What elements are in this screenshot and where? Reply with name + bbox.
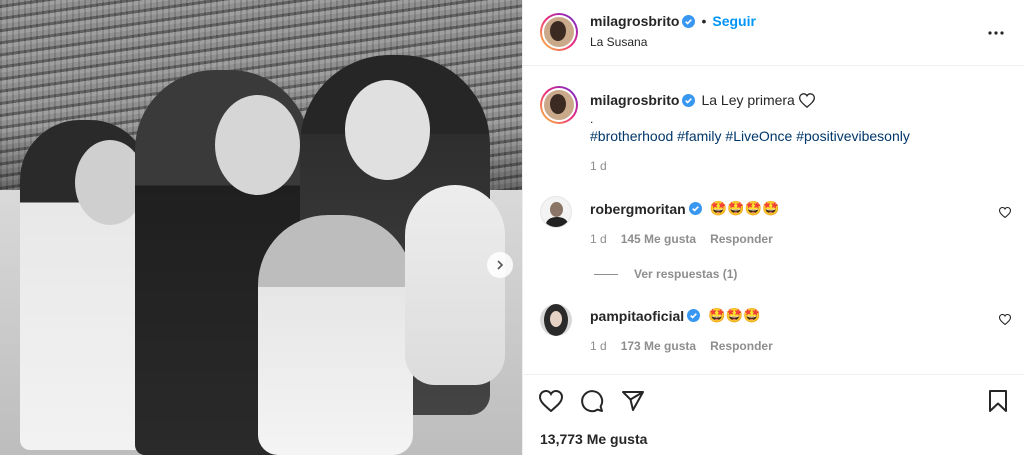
author-username[interactable]: milagrosbrito (590, 13, 679, 29)
comment-likes[interactable]: 173 Me gusta (621, 339, 696, 353)
view-replies-label[interactable]: Ver respuestas (1) (634, 267, 737, 281)
post-sidebar: milagrosbrito • Seguir La Susana milagro… (522, 0, 1024, 455)
comment-text: 🤩🤩🤩🤩 (709, 200, 780, 216)
verified-badge-icon (682, 14, 696, 28)
verified-badge-icon (687, 309, 701, 322)
caption-text: La Ley primera (701, 92, 795, 108)
comment-row: pampitaoficial 🤩🤩🤩 (590, 307, 760, 324)
comment-text: 🤩🤩🤩 (708, 307, 761, 323)
comment-meta: 1 d 145 Me gusta Responder (590, 232, 773, 246)
heart-icon[interactable] (539, 390, 563, 412)
comment-meta: 1 d 173 Me gusta Responder (590, 339, 773, 353)
figure-toddler (258, 215, 413, 455)
caption-hashtags[interactable]: #brotherhood #family #LiveOnce #positive… (590, 128, 910, 144)
view-replies-button[interactable]: Ver respuestas (1) (594, 267, 737, 281)
caption-heart-icon (798, 92, 815, 108)
reply-button[interactable]: Responder (710, 232, 773, 246)
author-avatar[interactable] (540, 13, 578, 51)
comment-row: robergmoritan 🤩🤩🤩🤩 (590, 200, 779, 217)
bookmark-icon[interactable] (988, 389, 1008, 413)
comment-avatar[interactable] (540, 196, 572, 228)
comment-like-heart-icon[interactable] (999, 314, 1011, 325)
post-time[interactable]: 1 d (590, 159, 607, 173)
comment-time[interactable]: 1 d (590, 339, 607, 353)
verified-badge-icon (688, 202, 702, 215)
comment-username[interactable]: pampitaoficial (590, 308, 684, 324)
share-icon[interactable] (621, 389, 645, 413)
comment-like-heart-icon[interactable] (999, 207, 1011, 218)
post-header: milagrosbrito • Seguir La Susana (523, 0, 1024, 66)
comment-username[interactable]: robergmoritan (590, 201, 686, 217)
likes-count[interactable]: 13,773 Me gusta (540, 431, 647, 447)
next-photo-button[interactable] (487, 252, 513, 278)
reply-button[interactable]: Responder (710, 339, 773, 353)
comment-likes[interactable]: 145 Me gusta (621, 232, 696, 246)
chevron-right-icon (495, 260, 505, 270)
follow-button[interactable]: Seguir (712, 13, 756, 29)
caption-username[interactable]: milagrosbrito (590, 92, 679, 108)
more-options-icon[interactable] (987, 24, 1005, 42)
post-photo[interactable] (0, 0, 522, 455)
caption-dot: . (590, 112, 594, 126)
caption-avatar[interactable] (540, 86, 578, 124)
comment-avatar[interactable] (540, 304, 572, 336)
post-location[interactable]: La Susana (590, 35, 647, 49)
comment-icon[interactable] (580, 389, 604, 413)
verified-badge-icon (682, 93, 696, 107)
comment-time[interactable]: 1 d (590, 232, 607, 246)
figure-baby (405, 185, 505, 385)
figure-face-center (215, 95, 300, 195)
figure-face-right (345, 80, 430, 180)
